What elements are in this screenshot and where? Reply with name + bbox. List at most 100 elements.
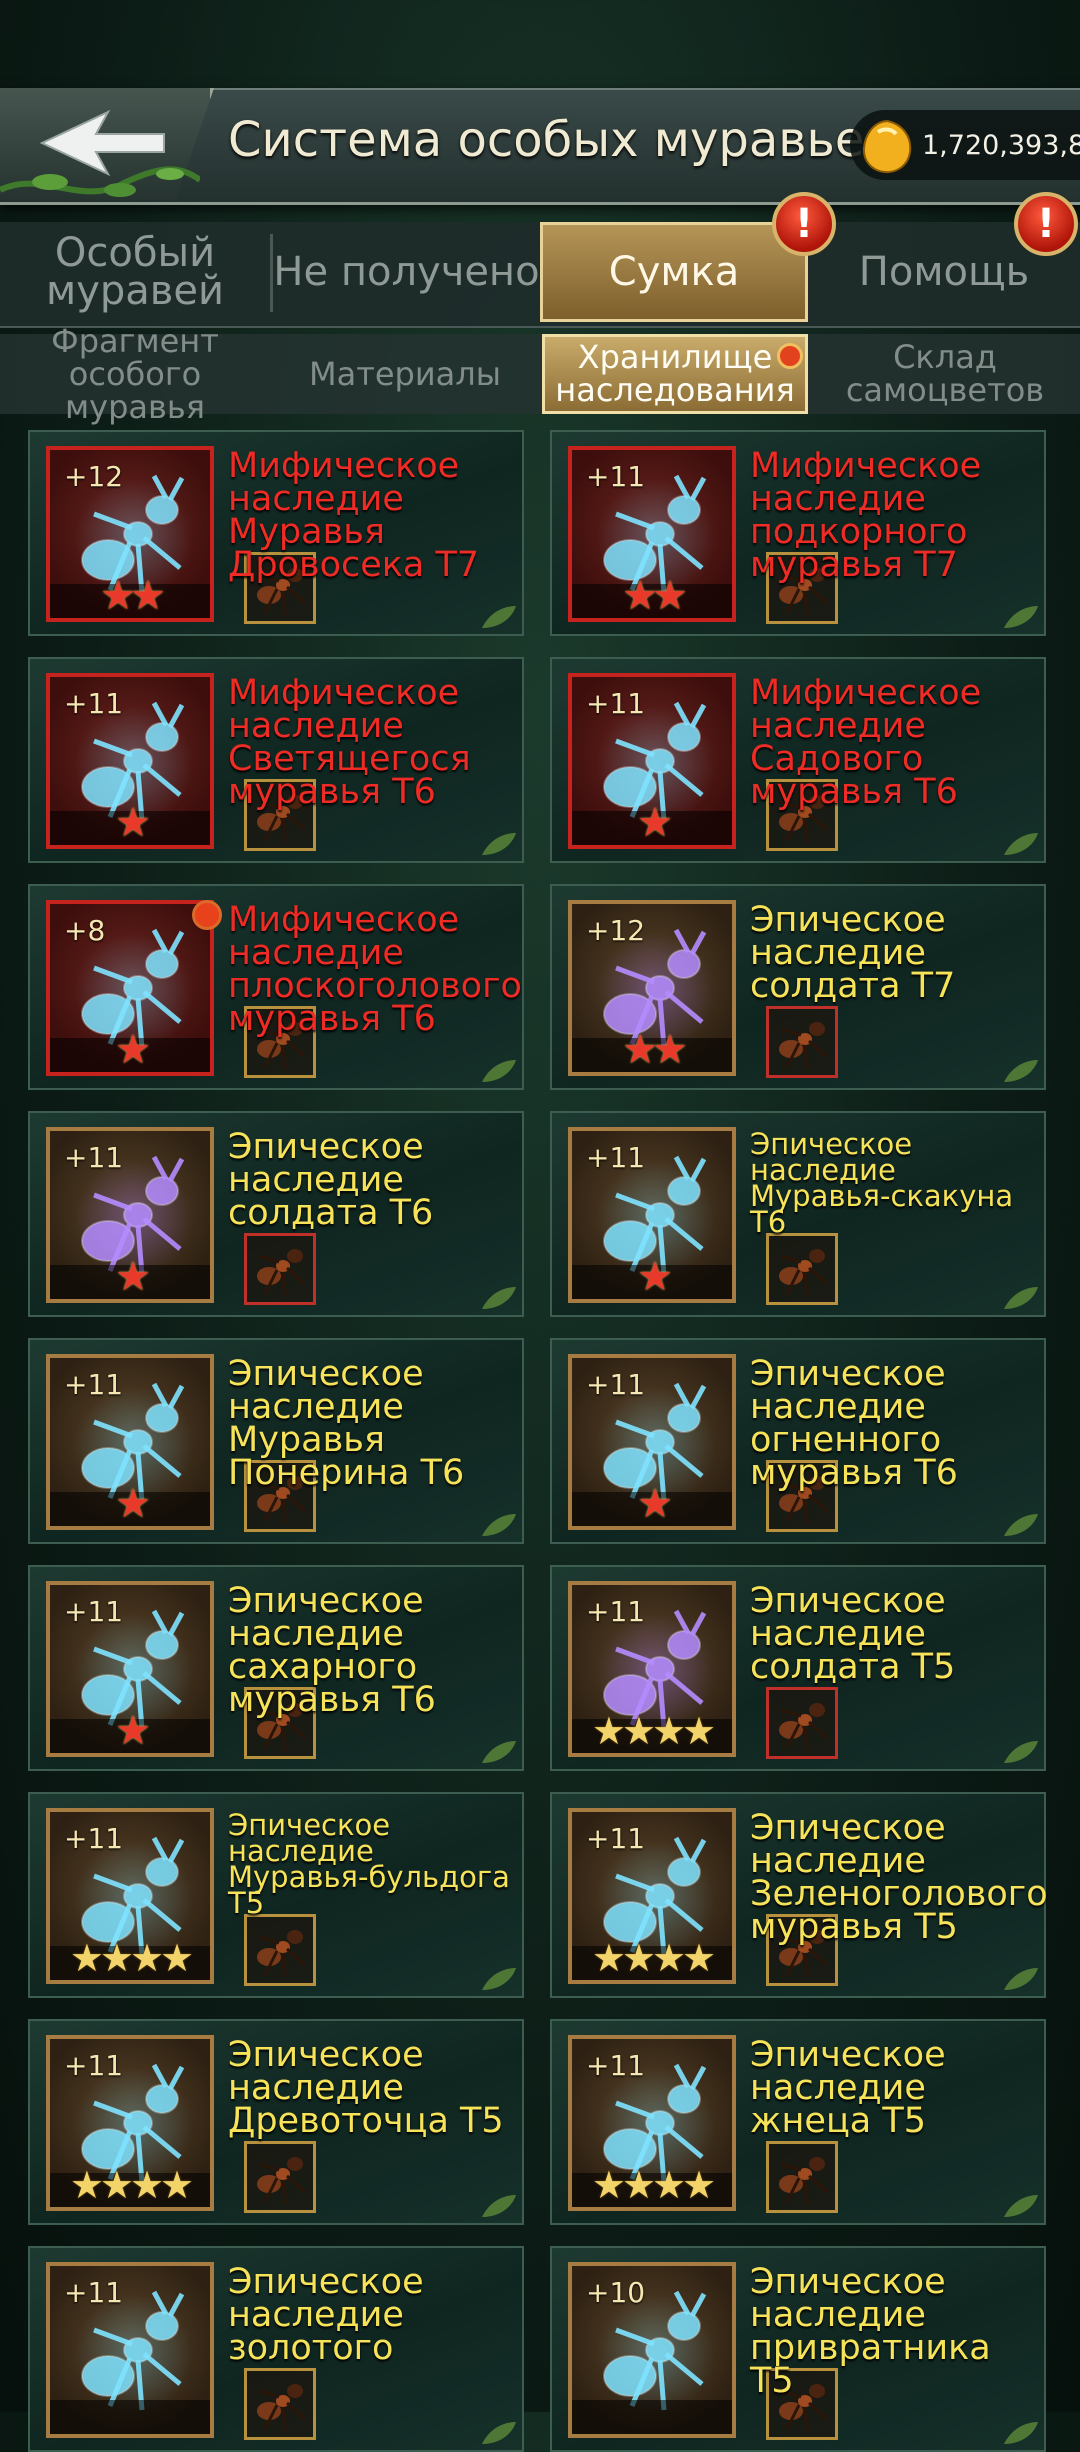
item-name: Мифическое наследие Светящегося муравья … — [228, 673, 471, 812]
leaf-decoration-icon — [482, 1514, 516, 1536]
ant-portrait[interactable]: +11 ★★★★ — [568, 1808, 736, 1984]
item-name: Мифическое наследие Муравья Дровосека T7 — [228, 446, 480, 585]
tab-special-ant[interactable]: Особый муравей — [0, 222, 270, 322]
ant-type-thumbnail[interactable] — [244, 1233, 316, 1305]
level-label: +11 — [586, 2049, 646, 2082]
ant-portrait[interactable]: +11 ★ — [46, 1354, 214, 1530]
star-rating: ★ — [115, 1027, 151, 1073]
ant-thumbnail-icon — [779, 1703, 828, 1751]
level-label: +11 — [64, 2049, 124, 2082]
ant-portrait[interactable]: +12 ★★ — [568, 900, 736, 1076]
ant-portrait[interactable]: +11 ★★★★ — [46, 2035, 214, 2211]
level-label: +10 — [586, 2276, 646, 2309]
ant-type-thumbnail[interactable] — [766, 2141, 838, 2213]
level-label: +11 — [64, 1822, 124, 1855]
tab-not-obtained[interactable]: Не получено — [273, 222, 540, 322]
inheritance-card[interactable]: +12 ★★ Эпическое наследие солдата T7 — [550, 884, 1046, 1090]
subtab-fragments[interactable]: Фрагмент особого муравья — [0, 324, 270, 423]
star-rating: ★★★★ — [69, 1936, 194, 1980]
ant-portrait[interactable]: +11 ★ — [46, 673, 214, 849]
level-label: +12 — [586, 914, 646, 947]
ant-type-thumbnail[interactable] — [244, 1914, 316, 1986]
ant-thumbnail-icon — [779, 2157, 828, 2205]
leaf-decoration-icon — [1004, 1968, 1038, 1990]
ant-type-thumbnail[interactable] — [766, 1687, 838, 1759]
item-name: Мифическое наследие плоскоголового мурав… — [228, 900, 522, 1039]
star-rating: ★ — [115, 1254, 151, 1300]
inheritance-card[interactable]: +11 ★ Эпическое наследие Муравья Понерин… — [28, 1338, 524, 1544]
ant-portrait[interactable]: +11 ★ — [568, 1354, 736, 1530]
subtab-gem-warehouse[interactable]: Склад самоцветов — [810, 334, 1080, 414]
inheritance-card[interactable]: +11 ★ Мифическое наследие Светящегося му… — [28, 657, 524, 863]
ant-type-thumbnail[interactable] — [244, 2368, 316, 2440]
ant-portrait[interactable]: +11 ★★★★ — [46, 1808, 214, 1984]
ant-portrait[interactable]: +11 ★★ — [568, 446, 736, 622]
inheritance-card[interactable]: +11 ★ Эпическое наследие сахарного мурав… — [28, 1565, 524, 1771]
inheritance-card[interactable]: +11 ★★★★ Эпическое наследие Зеленоголово… — [550, 1792, 1048, 1998]
ant-portrait[interactable]: +12 ★★ — [46, 446, 214, 622]
item-name: Эпическое наследие Муравья Понерина T6 — [228, 1354, 465, 1493]
level-label: +11 — [64, 687, 124, 720]
level-label: +11 — [64, 1368, 124, 1401]
ant-type-thumbnail[interactable] — [766, 1006, 838, 1078]
star-rating: ★★ — [100, 573, 166, 619]
ant-portrait[interactable]: +11 ★★★★ — [568, 2035, 736, 2211]
inheritance-card[interactable]: +10 Эпическое наследие привратника T5 — [550, 2246, 1046, 2452]
subtab-inheritance-storage[interactable]: Хранилище наследования — [542, 334, 808, 414]
item-name: Эпическое наследие золотого — [228, 2262, 424, 2368]
item-name: Эпическое наследие солдата T6 — [228, 1127, 434, 1233]
inheritance-card[interactable]: +11 ★ Мифическое наследие Садового мурав… — [550, 657, 1046, 863]
inheritance-card[interactable]: +11 ★ Эпическое наследие солдата T6 — [28, 1111, 524, 1317]
item-name: Эпическое наследие огненного муравья T6 — [750, 1354, 958, 1493]
ant-portrait[interactable]: +11 ★ — [46, 1127, 214, 1303]
inheritance-card[interactable]: +11 ★★★★ Эпическое наследие Муравья-буль… — [28, 1792, 524, 1998]
leaf-decoration-icon — [1004, 1287, 1038, 1309]
inheritance-card[interactable]: +11 ★★★★ Эпическое наследие Древоточца T… — [28, 2019, 524, 2225]
help-alert-badge: ! — [1014, 192, 1078, 256]
item-name: Эпическое наследие сахарного муравья T6 — [228, 1581, 436, 1720]
ant-thumbnail-icon — [779, 1022, 828, 1070]
level-label: +11 — [586, 687, 646, 720]
tab-bag[interactable]: Сумка — [540, 222, 808, 322]
leaf-decoration-icon — [1004, 1514, 1038, 1536]
leaf-decoration-icon — [482, 1060, 516, 1082]
inheritance-card[interactable]: +11 ★★ Мифическое наследие подкорного му… — [550, 430, 1046, 636]
item-name: Мифическое наследие подкорного муравья T… — [750, 446, 982, 585]
stars-background — [50, 2400, 210, 2434]
ant-portrait[interactable]: +11 ★ — [46, 1581, 214, 1757]
subtab-materials[interactable]: Материалы — [270, 334, 540, 414]
item-name: Эпическое наследие Зеленоголового муравь… — [750, 1808, 1048, 1947]
leaf-decoration-icon — [1004, 1741, 1038, 1763]
ant-portrait[interactable]: +11 ★ — [568, 1127, 736, 1303]
item-name: Эпическое наследие Древоточца T5 — [228, 2035, 504, 2141]
level-label: +11 — [586, 1368, 646, 1401]
level-label: +12 — [64, 460, 124, 493]
currency-amount: 1,720,393,801 — [922, 130, 1080, 161]
item-name: Эпическое наследие солдата T7 — [750, 900, 956, 1006]
inheritance-card[interactable]: +11 ★ Эпическое наследие Муравья-скакуна… — [550, 1111, 1046, 1317]
inheritance-card[interactable]: +12 ★★ Мифическое наследие Муравья Дрово… — [28, 430, 524, 636]
inheritance-card[interactable]: +11 ★★★★ Эпическое наследие жнеца T5 — [550, 2019, 1046, 2225]
item-name: Эпическое наследие Муравья-скакуна T6 — [750, 1127, 1014, 1239]
item-name: Эпическое наследие солдата T5 — [750, 1581, 956, 1687]
leaf-decoration-icon — [1004, 606, 1038, 628]
leaf-decoration-icon — [1004, 2195, 1038, 2217]
level-label: +11 — [64, 1595, 124, 1628]
ant-portrait[interactable]: +11 ★ — [568, 673, 736, 849]
star-rating: ★ — [637, 1481, 673, 1527]
inheritance-card[interactable]: +11 ★★★★ Эпическое наследие солдата T5 — [550, 1565, 1046, 1771]
ant-portrait[interactable]: +11 ★★★★ — [568, 1581, 736, 1757]
ant-type-thumbnail[interactable] — [766, 1233, 838, 1305]
ant-portrait[interactable]: +8 ★ — [46, 900, 214, 1076]
level-label: +11 — [64, 2276, 124, 2309]
inheritance-card[interactable]: +11 Эпическое наследие золотого — [28, 2246, 524, 2452]
leaf-decoration-icon — [482, 833, 516, 855]
inheritance-card[interactable]: +11 ★ Эпическое наследие огненного мурав… — [550, 1338, 1046, 1544]
star-rating: ★ — [637, 1254, 673, 1300]
leaf-decoration-icon — [1004, 833, 1038, 855]
star-rating: ★ — [115, 1708, 151, 1754]
ant-type-thumbnail[interactable] — [244, 2141, 316, 2213]
leaf-decoration-icon — [1004, 2422, 1038, 2444]
star-rating: ★★★★ — [591, 1936, 716, 1980]
inheritance-card[interactable]: +8 ★ Мифическое наследие плоскоголового … — [28, 884, 524, 1090]
